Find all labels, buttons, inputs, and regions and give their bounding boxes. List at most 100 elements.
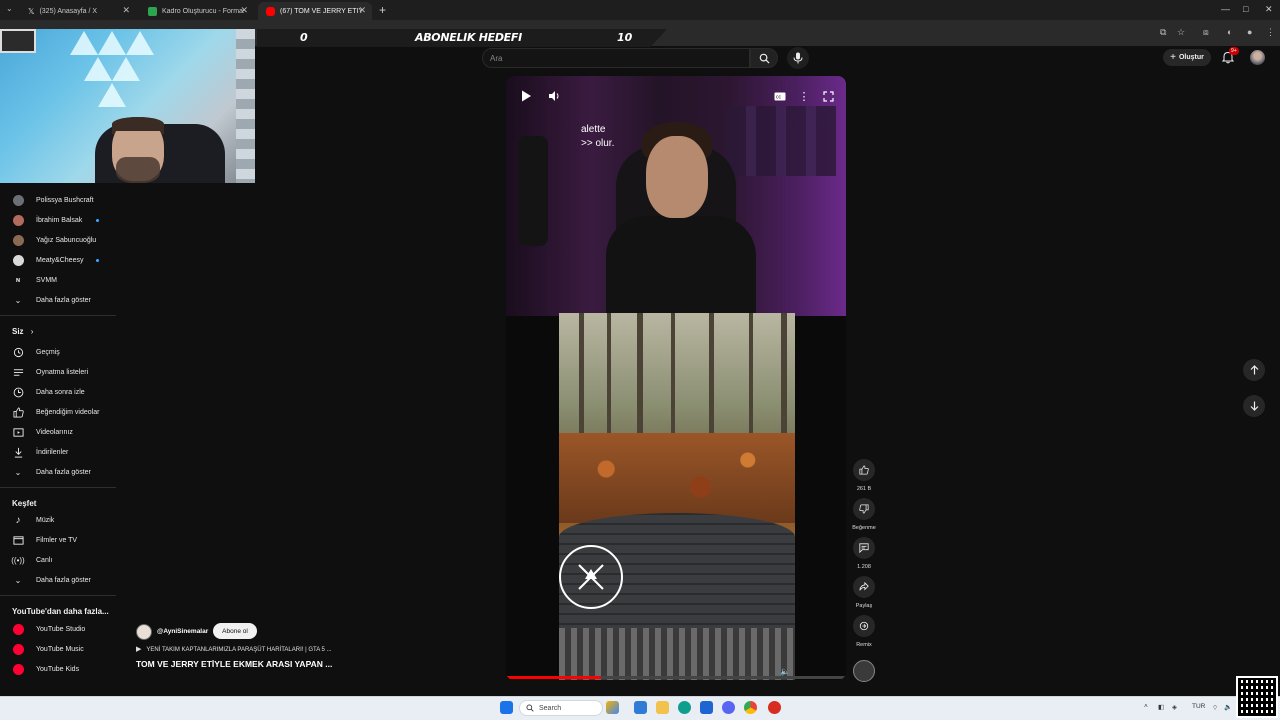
new-tab-button[interactable]: + <box>379 3 386 17</box>
tree-trunk <box>579 313 584 453</box>
subscribe-button[interactable]: Abone ol <box>213 623 257 639</box>
captions-button[interactable]: cc <box>772 88 788 104</box>
tree-trunk <box>637 313 643 453</box>
browser-menu-icon[interactable]: ⋮ <box>1266 27 1275 38</box>
widgets-icon[interactable] <box>606 701 619 714</box>
windows-start-icon[interactable] <box>500 701 513 714</box>
share-label: Paylaş <box>855 603 873 609</box>
streamer-face <box>646 136 708 218</box>
share-button[interactable]: Paylaş <box>852 576 876 609</box>
sidebar-subscription-ibrahim[interactable]: İbrahim Balsak <box>0 211 116 229</box>
chrome-icon[interactable] <box>744 701 757 714</box>
related-video-link[interactable]: ▶ YENİ TAKIM KAPTANLARIMIZLA PARAŞÜT HARİ… <box>136 645 332 653</box>
app-icon[interactable] <box>768 701 781 714</box>
profile-icon[interactable]: ◐ <box>1227 27 1232 37</box>
store-icon[interactable] <box>700 701 713 714</box>
mute-toggle-button[interactable]: 🔈 <box>778 666 792 676</box>
profile-avatar-icon[interactable]: ● <box>1247 27 1252 37</box>
taskbar-search[interactable]: Search <box>519 700 603 716</box>
sidebar-item-downloads[interactable]: İndirilenler <box>0 443 116 461</box>
tree-trunk <box>607 313 611 453</box>
search-input[interactable]: Ara <box>482 48 750 68</box>
fullscreen-button[interactable] <box>820 88 836 104</box>
goal-label: ABONELIK HEDEFI <box>415 31 522 44</box>
browser-tab-youtube[interactable]: (67) TOM VE JERRY ETİYLE EKM ✕ <box>258 2 372 20</box>
sidebar-subscription-svmm[interactable]: ɴ SVMM <box>0 271 116 289</box>
volume-button[interactable] <box>546 88 562 104</box>
next-short-button[interactable] <box>1243 395 1265 417</box>
discord-icon[interactable] <box>722 701 735 714</box>
sidebar-item-watch-later[interactable]: Daha sonra izle <box>0 383 116 401</box>
sidebar-show-more-subscriptions[interactable]: ⌄ Daha fazla göster <box>0 291 116 309</box>
tray-app-icon[interactable]: ◈ <box>1172 703 1177 711</box>
light-panel <box>84 57 112 81</box>
sidebar-item-label: Geçmiş <box>36 348 60 356</box>
bookmark-star-icon[interactable]: ☆ <box>1177 27 1185 38</box>
previous-short-button[interactable] <box>1243 359 1265 381</box>
close-tab-icon[interactable]: ✕ <box>122 5 130 16</box>
channel-name[interactable]: @AyniSinemalar <box>157 628 208 635</box>
you-section-header[interactable]: Siz › <box>12 327 33 336</box>
play-icon: ▶ <box>136 646 142 653</box>
sidebar-subscription-meaty[interactable]: Meaty&Cheesy <box>0 251 116 269</box>
sidebar: Polissya Bushcraft İbrahim Balsak Yağız … <box>0 185 116 700</box>
play-icon <box>521 90 531 102</box>
dislike-button[interactable]: Beğenme <box>852 498 876 531</box>
file-explorer-icon[interactable] <box>656 701 669 714</box>
speaker-icon[interactable]: 🔈 <box>1224 703 1232 711</box>
tray-chevron-up-icon[interactable]: ˄ <box>1144 703 1148 710</box>
create-button[interactable]: + Oluştur <box>1163 49 1211 66</box>
shorts-video-player[interactable]: alette >> olur. cc ⋮ 🔈 <box>506 76 846 680</box>
minimize-button[interactable]: — <box>1221 4 1230 14</box>
sidebar-item-liked-videos[interactable]: Beğendiğim videolar <box>0 403 116 421</box>
sidebar-item-films[interactable]: Filmler ve TV <box>0 531 116 549</box>
edge-icon[interactable] <box>678 701 691 714</box>
tab-search-icon[interactable]: ⌄ <box>6 4 13 13</box>
sidebar-item-history[interactable]: Geçmiş <box>0 343 116 361</box>
more-options-button[interactable]: ⋮ <box>796 88 812 104</box>
show-more-label: Daha fazla göster <box>36 468 91 476</box>
sidebar-item-playlists[interactable]: Oynatma listeleri <box>0 363 116 381</box>
sidebar-subscription-yagiz[interactable]: Yağız Sabuncuoğlu <box>0 231 116 249</box>
short-title: TOM VE JERRY ETİYLE EKMEK ARASI YAPAN ..… <box>136 659 333 669</box>
close-tab-icon[interactable]: ✕ <box>240 5 248 16</box>
comments-button[interactable]: 1.208 <box>852 537 876 570</box>
wifi-icon[interactable]: ⌔ <box>1212 703 1218 712</box>
voice-search-button[interactable] <box>787 47 809 69</box>
like-button[interactable]: 261 B <box>852 459 876 492</box>
account-avatar[interactable] <box>1250 50 1265 65</box>
sidebar-item-youtube-music[interactable]: YouTube Music <box>0 640 116 658</box>
subscription-label: İbrahim Balsak <box>36 216 83 224</box>
sidebar-item-live[interactable]: ((•)) Canlı <box>0 551 116 569</box>
sidebar-item-youtube-kids[interactable]: YouTube Kids <box>0 660 116 678</box>
maximize-button[interactable]: □ <box>1243 4 1248 14</box>
sidebar-subscription-polissya[interactable]: Polissya Bushcraft <box>0 191 116 209</box>
sidebar-item-your-videos[interactable]: Videolarınız <box>0 423 116 441</box>
copilot-icon[interactable] <box>634 701 647 714</box>
sidebar-show-more-you[interactable]: ⌄ Daha fazla göster <box>0 463 116 481</box>
extensions-icon[interactable]: ⧈ <box>1203 27 1209 38</box>
sound-source-button[interactable] <box>852 660 876 682</box>
play-button[interactable] <box>518 88 534 104</box>
sidebar-show-more-explore[interactable]: ⌄ Daha fazla göster <box>0 571 116 589</box>
sidebar-item-music[interactable]: ♪ Müzik <box>0 511 116 529</box>
close-tab-icon[interactable]: ✕ <box>358 5 366 16</box>
live-icon: ((•)) <box>11 555 25 565</box>
browser-tab-x[interactable]: 𝕏 (325) Anasayfa / X ✕ <box>20 2 136 20</box>
channel-avatar <box>12 214 24 226</box>
search-icon <box>759 53 770 64</box>
tree-trunk <box>671 313 675 453</box>
like-count: 261 B <box>856 486 872 492</box>
close-window-button[interactable]: ✕ <box>1265 4 1273 15</box>
browser-tab-kadro[interactable]: Kadro Oluşturucu - Formasyon ✕ <box>140 2 254 20</box>
caption-line: alette <box>581 124 606 135</box>
sidebar-item-youtube-studio[interactable]: YouTube Studio <box>0 620 116 638</box>
search-button[interactable] <box>750 48 778 68</box>
thumbs-up-icon <box>859 465 869 475</box>
cast-icon[interactable]: ⧉ <box>1160 27 1166 38</box>
you-header-label: Siz <box>12 327 24 336</box>
language-indicator[interactable]: TUR <box>1192 703 1205 710</box>
tray-app-icon[interactable]: ◧ <box>1158 703 1164 711</box>
remix-button[interactable]: Remix <box>852 615 876 648</box>
channel-avatar[interactable] <box>136 624 152 640</box>
